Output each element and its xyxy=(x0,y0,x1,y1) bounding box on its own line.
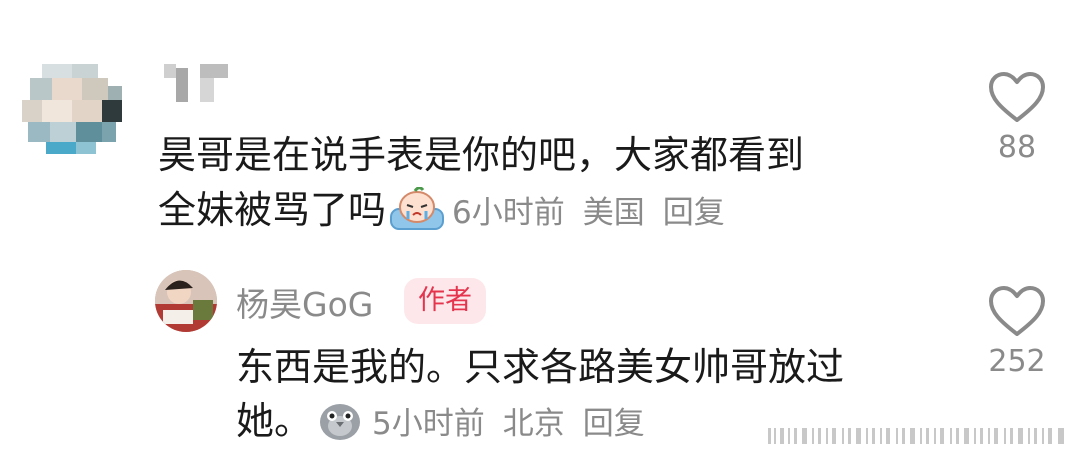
watermark-strip xyxy=(768,424,1068,448)
reply-time: 5小时前 xyxy=(372,406,485,442)
reply-like-count: 252 xyxy=(988,344,1046,379)
author-badge: 作者 xyxy=(404,278,486,324)
comment-like[interactable]: 88 xyxy=(972,72,1062,165)
reply-like[interactable]: 252 xyxy=(972,286,1062,379)
pigeon-emoji-icon xyxy=(314,398,366,456)
comment-body: 昊哥是在说手表是你的吧，大家都看到 全妹被骂了吗 6小时前 美国 回复 xyxy=(158,128,958,246)
comment-meta: 6小时前 美国 回复 xyxy=(452,186,743,241)
comment-like-count: 88 xyxy=(997,130,1037,165)
crying-emoji-icon xyxy=(388,186,446,246)
commenter-name[interactable] xyxy=(164,64,228,102)
heart-outline-icon[interactable] xyxy=(988,286,1046,338)
heart-outline-icon[interactable] xyxy=(988,72,1046,124)
commenter-avatar[interactable] xyxy=(22,64,122,154)
reply-text-line-2: 她。 xyxy=(236,399,313,443)
comment-location: 美国 xyxy=(582,195,645,231)
reply-text-line-1: 东西是我的。只求各路美女帅哥放过 xyxy=(236,345,845,389)
reply-reply-button[interactable]: 回复 xyxy=(583,406,645,442)
comment-time: 6小时前 xyxy=(452,195,565,231)
reply-location: 北京 xyxy=(502,406,565,442)
reply-author-name[interactable]: 杨昊GoG xyxy=(236,278,373,326)
comment-text-line-2-row: 全妹被骂了吗 6小时前 美国 回复 xyxy=(158,183,958,246)
comment-text-line-2: 全妹被骂了吗 xyxy=(158,188,387,232)
comment-reply-button[interactable]: 回复 xyxy=(663,195,725,231)
reply-author-avatar[interactable] xyxy=(155,270,217,332)
comment-text-line-1: 昊哥是在说手表是你的吧，大家都看到 xyxy=(158,133,805,177)
reply-meta: 5小时前 北京 回复 xyxy=(372,397,663,451)
